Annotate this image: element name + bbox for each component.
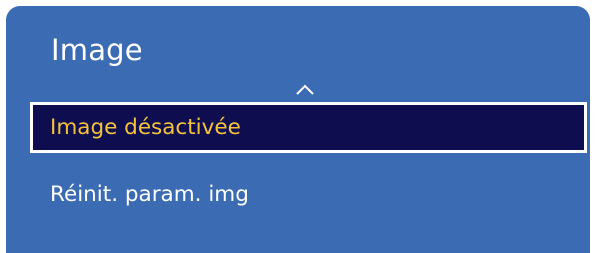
menu-title: Image (51, 33, 143, 67)
menu-item-image-off[interactable]: Image désactivée (30, 102, 587, 153)
osd-menu-panel: Image Image désactivée Réinit. param. im… (6, 6, 590, 253)
menu-item-label: Image désactivée (50, 115, 241, 140)
chevron-up-icon[interactable] (295, 84, 315, 96)
menu-item-reset-image[interactable]: Réinit. param. img (30, 169, 587, 220)
menu-item-label: Réinit. param. img (50, 182, 249, 207)
